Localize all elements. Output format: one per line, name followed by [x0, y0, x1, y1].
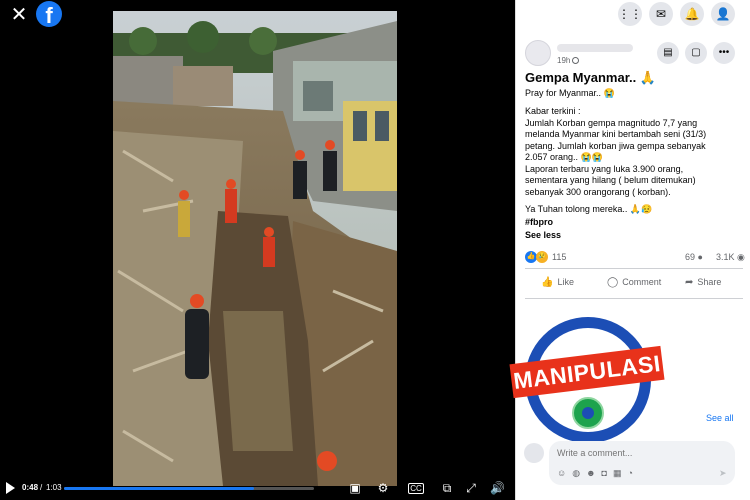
video-still-image	[113, 11, 397, 486]
share-label: Share	[697, 277, 722, 287]
save-icon[interactable]: ▤	[657, 42, 679, 64]
thumbs-up-icon: 👍	[541, 277, 554, 288]
share-button[interactable]: ➦ Share	[685, 277, 721, 288]
body-line: petang. Jumlah korban jiwa gempa sebanya…	[525, 140, 706, 151]
sad-reaction-icon[interactable]: 😢	[536, 251, 548, 263]
volume-icon[interactable]: 🔊	[490, 481, 505, 495]
divider	[525, 298, 743, 299]
author-name-redacted[interactable]	[557, 44, 633, 52]
body-line: Laporan terbaru yang luka 3.900 orang,	[525, 163, 684, 174]
reaction-count[interactable]: 115	[552, 252, 566, 262]
see-less-link[interactable]: See less	[525, 229, 747, 241]
fullscreen-icon[interactable]: ⤢	[464, 481, 478, 495]
author-avatar[interactable]	[525, 40, 551, 66]
body-line: 2.057 orang.. 😭😭	[525, 152, 603, 162]
progress-bar[interactable]	[64, 487, 314, 490]
view-count-text: 3.1K	[716, 252, 735, 262]
eye-icon: ◉	[737, 252, 745, 262]
comment-input[interactable]	[557, 448, 707, 458]
current-time: 0:48	[22, 483, 39, 492]
close-icon[interactable]: ✕	[8, 4, 30, 26]
progress-fill	[64, 487, 254, 490]
time-separator: /	[40, 483, 43, 492]
body-line: Kabar terkini :	[525, 106, 581, 116]
captions-settings-icon[interactable]: ▣	[348, 481, 362, 495]
menu-grid-icon[interactable]: ⋮⋮	[618, 2, 642, 26]
send-icon[interactable]: ➤	[719, 468, 727, 479]
post-time[interactable]: 19h	[557, 56, 580, 65]
user-avatar[interactable]	[524, 443, 544, 463]
video-frame[interactable]	[113, 11, 397, 486]
bell-icon[interactable]: 🔔	[680, 2, 704, 26]
post-text: Gempa Myanmar.. 🙏 Pray for Myanmar.. 😭 K…	[525, 70, 747, 241]
picture-in-picture-icon[interactable]: ⧉	[440, 481, 454, 495]
more-options-icon[interactable]: •••	[713, 42, 735, 64]
post-stats: 👍 😢 115 69 ● 3.1K ◉	[525, 251, 745, 265]
play-icon[interactable]	[6, 482, 15, 494]
comment-box[interactable]: ☺◍☻◘▦◔ ➤	[549, 441, 735, 485]
see-all-link[interactable]: See all	[706, 413, 734, 423]
fact-check-badge-icon	[572, 397, 604, 429]
view-count: 3.1K ◉	[716, 252, 745, 263]
closing-line: Ya Tuhan tolong mereka.. 🙏😥	[525, 204, 653, 214]
comment-tools: ☺◍☻◘▦◔	[557, 468, 639, 479]
video-controls: 0:48 / 1:03 ▣ ⚙ CC ⧉ ⤢ 🔊	[0, 478, 515, 500]
body-line: melanda Myanmar kini bertambah seni (31/…	[525, 129, 707, 139]
video-viewer: ✕ f 0:48 / 1:03 ▣ ⚙ CC ⧉ ⤢ 🔊	[0, 0, 515, 500]
body-line: Jumlah Korban gempa magnitudo 7,7 yang	[525, 117, 698, 128]
post-actions: 👍 Like ◯ Comment ➦ Share	[525, 276, 743, 292]
like-label: Like	[557, 277, 574, 287]
sticker-icon[interactable]: ☺	[557, 468, 572, 478]
body-line: sementara yang hilang ( belum ditemukan)	[525, 175, 696, 185]
comment-bubble-icon: ●	[697, 252, 703, 262]
camera-icon[interactable]: ◘	[602, 468, 613, 478]
post-subtitle: Pray for Myanmar.. 😭	[525, 88, 615, 98]
like-button[interactable]: 👍 Like	[541, 277, 574, 288]
total-time: 1:03	[46, 483, 62, 492]
bookmark-icon[interactable]: ▢	[685, 42, 707, 64]
post-title: Gempa Myanmar.. 🙏	[525, 70, 657, 85]
facebook-logo-icon[interactable]: f	[36, 1, 62, 27]
top-bar: ⋮⋮ ✉ 🔔 👤	[516, 0, 750, 28]
body-line: sebanyak 300 orangorang ( korban).	[525, 186, 671, 197]
comment-label: Comment	[622, 277, 662, 287]
divider	[525, 268, 743, 269]
gif-icon[interactable]: ▦	[613, 468, 628, 478]
comment-button[interactable]: ◯ Comment	[607, 277, 661, 288]
gear-icon[interactable]: ⚙	[376, 481, 390, 495]
hashtag-link[interactable]: #fbpro	[525, 216, 747, 228]
globe-icon	[572, 57, 580, 64]
messenger-icon[interactable]: ✉	[649, 2, 673, 26]
profile-icon[interactable]: 👤	[711, 2, 735, 26]
emoji-icon[interactable]: ☻	[586, 468, 601, 478]
comment-sticker-icon[interactable]: ◔	[628, 468, 639, 478]
post-time-text: 19h	[557, 56, 571, 65]
avatar-sticker-icon[interactable]: ◍	[572, 468, 586, 478]
share-icon: ➦	[685, 277, 694, 288]
manipulasi-stamp: MANIPULASI	[509, 315, 667, 450]
comment-count[interactable]: 69 ●	[685, 252, 703, 262]
comment-icon: ◯	[607, 277, 619, 288]
comment-count-text: 69	[685, 252, 696, 262]
closed-caption-icon[interactable]: CC	[408, 483, 424, 494]
